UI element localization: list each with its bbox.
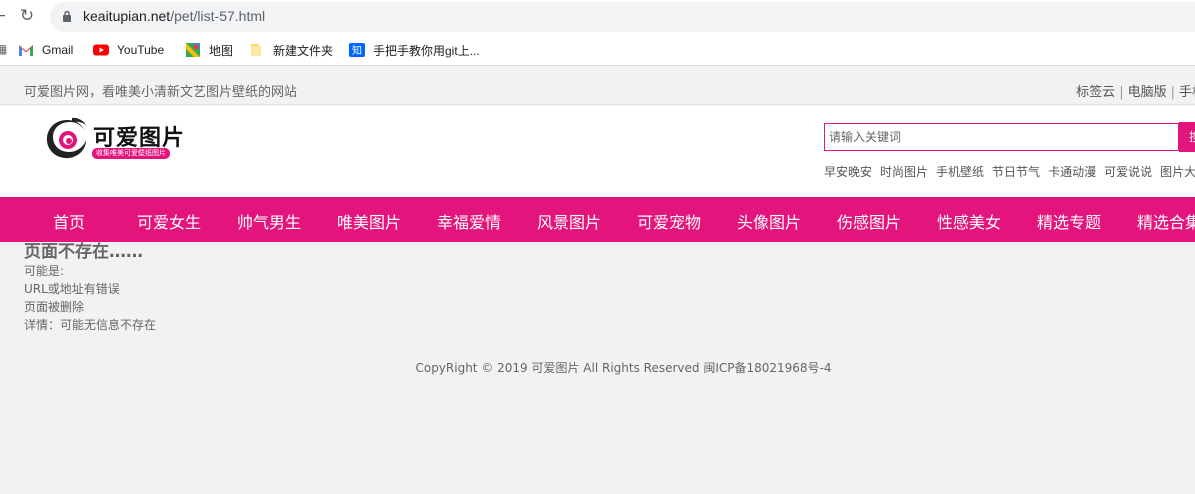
footer-copyright: CopyRight © 2019 可爱图片 All Rights Reserve… [415,361,832,375]
bookmark-folder[interactable]: 新建文件夹 [249,41,333,59]
lock-icon [63,10,71,22]
hotword-link[interactable]: 卡通动漫 [1048,165,1096,179]
divider: | [1119,85,1124,100]
bookmark-label: 地图 [209,43,234,58]
nav-handsome-boys[interactable]: 帅气男生 [237,209,301,233]
bookmark-label: 手把手教你用git上... [373,43,480,58]
site-logo[interactable]: 可爱图片 收集唯美可爱壁纸图片 [44,116,194,162]
main-nav: 首页 可爱女生 帅气男生 唯美图片 幸福爱情 风景图片 可爱宠物 头像图片 伤感… [0,197,1195,242]
error-message: 页面不存在…… 可能是: URL或地址有错误 页面被删除 详情：可能无信息不存在 [24,242,156,334]
back-arrow-icon[interactable]: ← [0,8,6,24]
top-bar: 可爱图片网，看唯美小清新文艺图片壁纸的网站 标签云|电脑版|手机 [0,75,1195,105]
bookmark-label: YouTube [117,43,165,57]
bookmark-zhihu[interactable]: 知 手把手教你用git上... [349,41,480,59]
bookmark-label: 新建文件夹 [273,43,334,58]
desktop-version-link[interactable]: 电脑版 [1128,85,1167,100]
bookmark-label: Gmail [42,43,74,57]
nav-love[interactable]: 幸福爱情 [437,209,501,233]
hotword-link[interactable]: 节日节气 [992,165,1040,179]
folder-icon [251,44,261,56]
hotword-link[interactable]: 图片大全 [1160,165,1195,179]
hotword-link[interactable]: 可爱说说 [1104,165,1152,179]
nav-home[interactable]: 首页 [53,209,85,233]
search-input-wrapper [824,123,1179,151]
hot-keywords: 早安晚安时尚图片手机壁纸节日节气卡通动漫可爱说说图片大全 [824,163,1195,180]
nav-aesthetic[interactable]: 唯美图片 [337,209,401,233]
reload-icon[interactable]: ↻ [17,6,37,26]
nav-topics[interactable]: 精选专题 [1037,209,1101,233]
svg-text:知: 知 [352,44,362,57]
youtube-icon [93,44,109,56]
error-line: 页面被删除 [24,300,85,314]
error-line: 详情：可能无信息不存在 [24,318,157,332]
nav-collections[interactable]: 精选合集 [1137,209,1195,233]
url-text: keaitupian.net/pet/list-57.html [83,8,265,24]
error-line: URL或地址有错误 [24,282,120,296]
hotword-link[interactable]: 时尚图片 [880,165,928,179]
hotword-link[interactable]: 早安晚安 [824,165,872,179]
error-title: 页面不存在…… [24,242,143,262]
bookmark-youtube[interactable]: YouTube [93,41,164,59]
gmail-icon [19,45,33,56]
page: 可爱图片网，看唯美小清新文艺图片壁纸的网站 标签云|电脑版|手机 可爱图片 收集… [0,67,1195,494]
divider: | [1170,85,1175,100]
apps-icon[interactable]: ▦ [0,42,7,56]
zhihu-icon: 知 [349,43,365,57]
top-links: 标签云|电脑版|手机 [1076,81,1195,100]
nav-sad[interactable]: 伤感图片 [837,209,901,233]
bookmarks-bar: ▦ Gmail YouTube 地图 新建文件夹 知 手把手教你用git上... [0,34,1195,66]
url-path: /pet/list-57.html [170,8,266,24]
bookmark-gmail[interactable]: Gmail [18,41,73,59]
address-bar[interactable]: keaitupian.net/pet/list-57.html [50,2,1195,32]
nav-scenery[interactable]: 风景图片 [537,209,601,233]
maps-icon [186,43,200,57]
site-tagline: 可爱图片网，看唯美小清新文艺图片壁纸的网站 [24,85,298,100]
hotword-link[interactable]: 手机壁纸 [936,165,984,179]
url-host: keaitupian.net [83,8,171,24]
tag-cloud-link[interactable]: 标签云 [1076,85,1115,100]
nav-cute-girls[interactable]: 可爱女生 [137,209,201,233]
search-input[interactable] [825,124,1178,150]
mobile-version-link[interactable]: 手机 [1179,85,1195,100]
site-header: 可爱图片 收集唯美可爱壁纸图片 搜 早安晚安时尚图片手机壁纸节日节气卡通动漫可爱… [0,106,1195,197]
search-button[interactable]: 搜 [1179,122,1195,152]
nav-pets[interactable]: 可爱宠物 [637,209,701,233]
bookmark-maps[interactable]: 地图 [185,41,233,59]
error-line: 可能是: [24,264,65,278]
logo-subtitle: 收集唯美可爱壁纸图片 [92,148,170,159]
logo-brush-icon [46,117,86,159]
nav-beauty[interactable]: 性感美女 [937,209,1001,233]
browser-toolbar: ← ↻ keaitupian.net/pet/list-57.html [0,0,1195,34]
nav-avatars[interactable]: 头像图片 [737,209,801,233]
